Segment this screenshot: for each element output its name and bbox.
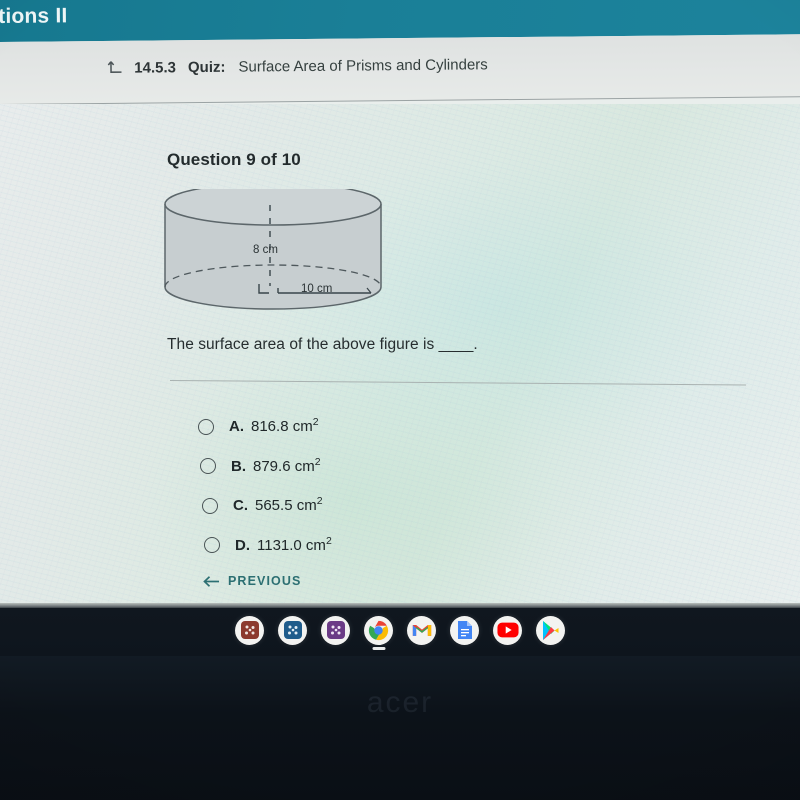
radio-button-a[interactable] [198,418,214,435]
option-letter-b: B. [231,457,246,475]
laptop-display: tions II 14.5.3 Quiz: Surface Area of Pr… [0,0,800,610]
shelf-icon-row [0,610,800,650]
app-purple-icon[interactable] [321,615,350,645]
option-value-b: 879.6 cm2 [253,455,321,475]
app-blue-icon[interactable] [278,615,307,645]
photo-of-laptop-screen: tions II 14.5.3 Quiz: Surface Area of Pr… [0,0,800,800]
option-letter-c: C. [233,497,248,515]
laptop-bezel: acer [0,656,800,800]
cylinder-radius-label: 10 cm [301,283,333,295]
radio-button-c[interactable] [202,497,218,514]
chrome-active-indicator [372,647,385,650]
previous-button-label: PREVIOUS [228,574,302,588]
quiz-number: 14.5.3 [134,59,177,77]
answer-option-c[interactable]: C. 565.5 cm2 [202,486,622,526]
chrome-icon[interactable] [364,615,393,650]
answer-option-b[interactable]: B. 879.6 cm2 [200,447,620,487]
option-value-c-text: 565.5 cm [255,497,317,515]
option-value-a: 816.8 cm2 [251,416,319,436]
option-letter-d: D. [235,536,250,554]
option-exponent-a: 2 [312,416,319,429]
return-arrow-icon[interactable] [106,59,125,78]
app-purple-glyph [326,621,345,639]
cylinder-figure: 8 cm 10 cm [155,189,390,314]
option-value-c: 565.5 cm2 [255,495,323,515]
google-docs-icon[interactable] [450,615,479,645]
previous-button[interactable]: PREVIOUS [203,574,301,588]
radio-button-d[interactable] [204,537,220,554]
quiz-word-label: Quiz: [187,58,226,77]
option-value-d-text: 1131.0 cm [257,536,326,554]
quiz-title-group: 14.5.3 Quiz: Surface Area of Prisms and … [106,55,488,78]
answer-option-d[interactable]: D. 1131.0 cm2 [204,526,624,566]
answer-option-a[interactable]: A. 816.8 cm2 [198,407,618,447]
youtube-icon[interactable] [493,615,522,645]
app-blue-glyph [283,621,302,639]
option-letter-a: A. [229,418,244,436]
option-exponent-b: 2 [314,455,321,468]
arrow-left-icon [203,575,220,588]
answer-options-list: A. 816.8 cm2 B. 879.6 cm2 C. 565.5 cm2 D… [198,407,618,565]
gmail-icon[interactable] [407,615,436,645]
quiz-title-text: Surface Area of Prisms and Cylinders [238,56,488,76]
quiz-page-body: Question 9 of 10 8 cm 10 cm The surface … [0,104,800,610]
section-divider [169,380,746,386]
option-value-a-text: 816.8 cm [251,418,313,436]
cylinder-height-label: 8 cm [253,244,278,256]
option-value-d: 1131.0 cm2 [257,534,332,554]
option-exponent-c: 2 [316,495,323,508]
radio-button-b[interactable] [200,458,216,475]
question-prompt: The surface area of the above figure is … [167,336,478,353]
app-red-glyph [240,621,259,639]
app-red-icon[interactable] [235,615,264,645]
play-store-icon[interactable] [536,615,565,645]
device-brand-logo: acer [366,686,434,719]
option-exponent-d: 2 [325,534,332,547]
app-header-title: tions II [0,4,68,28]
question-counter: Question 9 of 10 [167,150,301,169]
quiz-titlebar: 14.5.3 Quiz: Surface Area of Prisms and … [0,34,800,105]
option-value-b-text: 879.6 cm [253,457,315,475]
